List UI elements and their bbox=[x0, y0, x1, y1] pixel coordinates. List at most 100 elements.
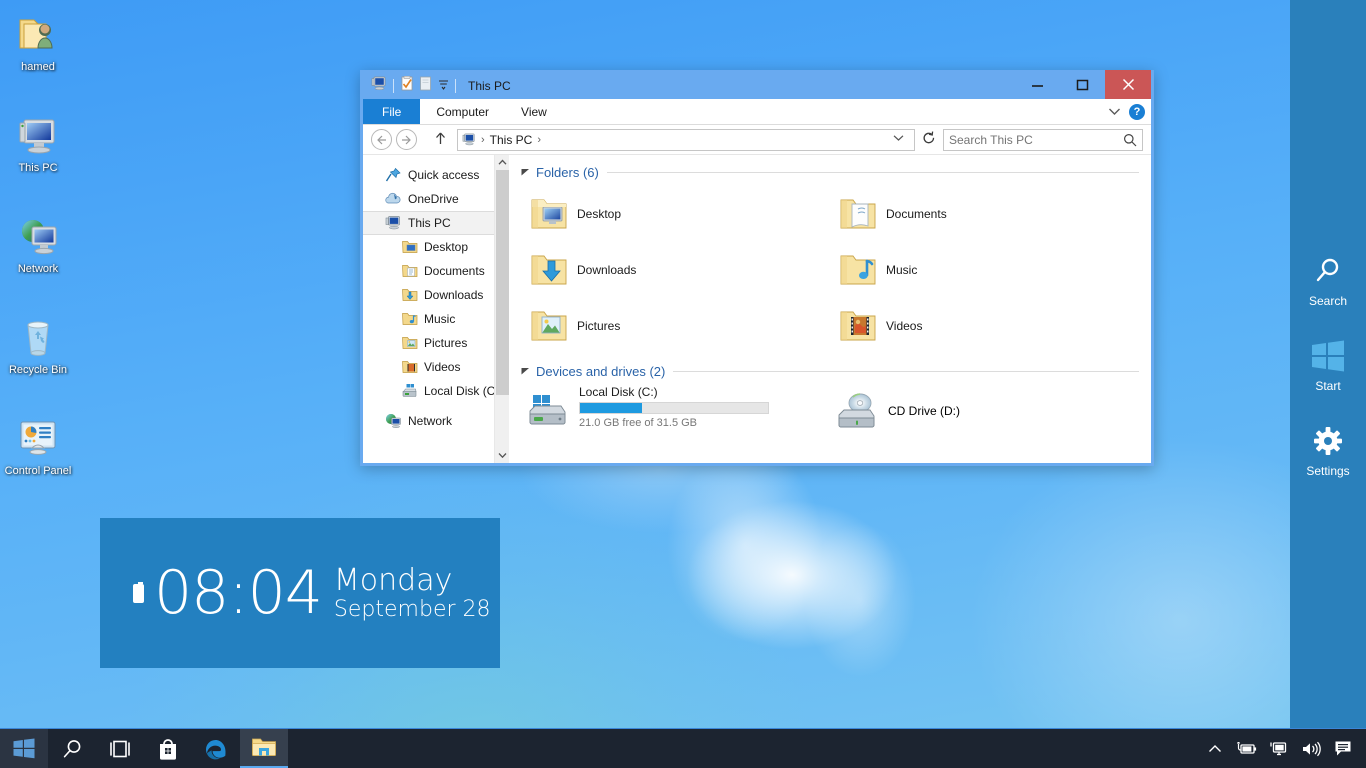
maximize-button[interactable] bbox=[1060, 70, 1105, 99]
scrollbar-thumb[interactable] bbox=[496, 170, 509, 395]
refresh-button[interactable] bbox=[919, 131, 939, 148]
devices-group-header[interactable]: Devices and drives (2) bbox=[521, 364, 1139, 379]
new-folder-icon[interactable] bbox=[419, 76, 432, 96]
sidebar-item-documents[interactable]: Documents bbox=[363, 259, 509, 283]
desktop-icon-network[interactable]: Network bbox=[0, 212, 76, 275]
charm-settings[interactable]: Settings bbox=[1290, 421, 1366, 478]
forward-button[interactable] bbox=[396, 129, 417, 150]
desktop-icon-hamed[interactable]: hamed bbox=[0, 10, 76, 73]
title-bar[interactable]: This PC bbox=[363, 70, 1151, 99]
sidebar-item-network[interactable]: Network bbox=[363, 409, 509, 433]
collapse-triangle-icon[interactable] bbox=[521, 167, 530, 178]
sidebar-item-desktop[interactable]: Desktop bbox=[363, 235, 509, 259]
search-box[interactable] bbox=[943, 128, 1143, 151]
sidebar-item-label: Documents bbox=[424, 264, 485, 278]
taskbar bbox=[0, 728, 1366, 768]
drive-name: Local Disk (C:) bbox=[579, 385, 658, 399]
charm-search[interactable]: Search bbox=[1290, 251, 1366, 308]
network-icon bbox=[14, 212, 62, 260]
breadcrumb-separator-2[interactable]: › bbox=[537, 134, 541, 146]
tab-file[interactable]: File bbox=[363, 99, 421, 124]
sidebar-item-this-pc[interactable]: This PC bbox=[363, 211, 509, 235]
content-pane[interactable]: Folders (6) Desktop Documents Downloads … bbox=[509, 155, 1151, 463]
taskbar-edge-button[interactable] bbox=[192, 729, 240, 768]
charm-start[interactable]: Start bbox=[1290, 336, 1366, 393]
sidebar-item-label: Downloads bbox=[424, 288, 484, 302]
help-button[interactable]: ? bbox=[1129, 104, 1145, 120]
folder-tile-label: Pictures bbox=[577, 319, 621, 333]
clock-month-day: September 28 bbox=[333, 596, 491, 622]
navpane-scrollbar[interactable] bbox=[494, 155, 509, 463]
up-button[interactable] bbox=[429, 131, 451, 148]
drive-tile-cd-drive-d[interactable]: CD Drive (D:) bbox=[830, 385, 1139, 437]
sidebar-item-local-disk-c[interactable]: Local Disk (C:) bbox=[363, 379, 509, 403]
folder-tile-documents[interactable]: Documents bbox=[830, 186, 1139, 242]
network-monitor-icon[interactable] bbox=[1270, 741, 1288, 757]
scroll-up-button[interactable] bbox=[495, 155, 509, 170]
sidebar-item-pictures[interactable]: Pictures bbox=[363, 331, 509, 355]
tab-view[interactable]: View bbox=[505, 99, 563, 124]
network-icon bbox=[385, 413, 402, 429]
desktop-icon-label: This PC bbox=[18, 162, 58, 174]
desktop-icon-recycle-bin[interactable]: Recycle Bin bbox=[0, 313, 76, 376]
navigation-pane[interactable]: Quick access OneDrive This PC Desktop Do… bbox=[363, 155, 509, 463]
taskbar-search-button[interactable] bbox=[48, 729, 96, 768]
clock-date: Monday September 28 bbox=[334, 564, 491, 623]
folders-grid: Desktop Documents Downloads Music Pictur… bbox=[521, 186, 1139, 354]
sidebar-item-downloads[interactable]: Downloads bbox=[363, 283, 509, 307]
pictures-folder-icon bbox=[529, 306, 569, 346]
drive-free-text: 21.0 GB free of 31.5 GB bbox=[579, 417, 698, 429]
charm-label: Start bbox=[1315, 378, 1341, 393]
desktop-folder-icon bbox=[401, 239, 418, 255]
folder-tile-music[interactable]: Music bbox=[830, 242, 1139, 298]
desktop[interactable]: hamed This PC Network Recycle Bin Contro… bbox=[0, 0, 1366, 768]
breadcrumb-dropdown-icon[interactable] bbox=[893, 134, 910, 145]
music-folder-icon bbox=[838, 250, 878, 290]
close-button[interactable] bbox=[1105, 70, 1151, 99]
computer-icon bbox=[385, 215, 402, 231]
customize-dropdown-icon[interactable] bbox=[438, 77, 449, 95]
volume-icon[interactable] bbox=[1301, 741, 1321, 757]
sidebar-item-label: Music bbox=[424, 312, 456, 326]
properties-icon[interactable] bbox=[400, 75, 414, 96]
start-button[interactable] bbox=[0, 728, 48, 768]
minimize-button[interactable] bbox=[1015, 70, 1060, 99]
taskbar-file-explorer-button[interactable] bbox=[240, 728, 288, 768]
tab-computer[interactable]: Computer bbox=[420, 99, 505, 124]
action-center-icon[interactable] bbox=[1334, 740, 1352, 757]
collapse-triangle-icon[interactable] bbox=[521, 366, 530, 377]
folder-tile-desktop[interactable]: Desktop bbox=[521, 186, 830, 242]
sidebar-item-quick-access[interactable]: Quick access bbox=[363, 163, 509, 187]
downloads-folder-icon bbox=[529, 250, 569, 290]
folders-group-header[interactable]: Folders (6) bbox=[521, 165, 1139, 180]
devices-group-title: Devices and drives (2) bbox=[536, 364, 666, 379]
search-input[interactable] bbox=[949, 132, 1123, 147]
battery-plug-icon[interactable] bbox=[1235, 741, 1257, 757]
ribbon-tab-bar: File Computer View ? bbox=[363, 99, 1151, 125]
breadcrumb[interactable]: › This PC › bbox=[457, 128, 915, 151]
folder-tile-pictures[interactable]: Pictures bbox=[521, 298, 830, 354]
sidebar-item-videos[interactable]: Videos bbox=[363, 355, 509, 379]
system-tray bbox=[1208, 729, 1366, 768]
desktop-icon-this-pc[interactable]: This PC bbox=[0, 111, 76, 174]
show-hidden-icons-chevron-icon[interactable] bbox=[1208, 744, 1222, 754]
sidebar-item-music[interactable]: Music bbox=[363, 307, 509, 331]
group-rule bbox=[673, 371, 1139, 372]
drive-tile-local-disk-c[interactable]: Local Disk (C:) 21.0 GB free of 31.5 GB bbox=[521, 385, 830, 437]
back-button[interactable] bbox=[371, 129, 392, 150]
this-pc-icon[interactable] bbox=[371, 76, 387, 96]
taskbar-task-view-button[interactable] bbox=[96, 729, 144, 768]
sidebar-item-onedrive[interactable]: OneDrive bbox=[363, 187, 509, 211]
windows-drive-icon bbox=[527, 389, 571, 429]
desktop-icon-control-panel[interactable]: Control Panel bbox=[0, 414, 76, 477]
search-icon[interactable] bbox=[1123, 133, 1137, 147]
file-explorer-window[interactable]: This PC File Computer View ? › This PC ›… bbox=[360, 70, 1154, 466]
search-icon bbox=[1290, 251, 1366, 291]
scroll-down-button[interactable] bbox=[495, 448, 509, 463]
chevron-down-icon[interactable] bbox=[1108, 103, 1121, 121]
qat-separator bbox=[393, 79, 394, 93]
breadcrumb-this-pc[interactable]: This PC bbox=[490, 133, 533, 147]
taskbar-store-button[interactable] bbox=[144, 729, 192, 768]
folder-tile-downloads[interactable]: Downloads bbox=[521, 242, 830, 298]
folder-tile-videos[interactable]: Videos bbox=[830, 298, 1139, 354]
